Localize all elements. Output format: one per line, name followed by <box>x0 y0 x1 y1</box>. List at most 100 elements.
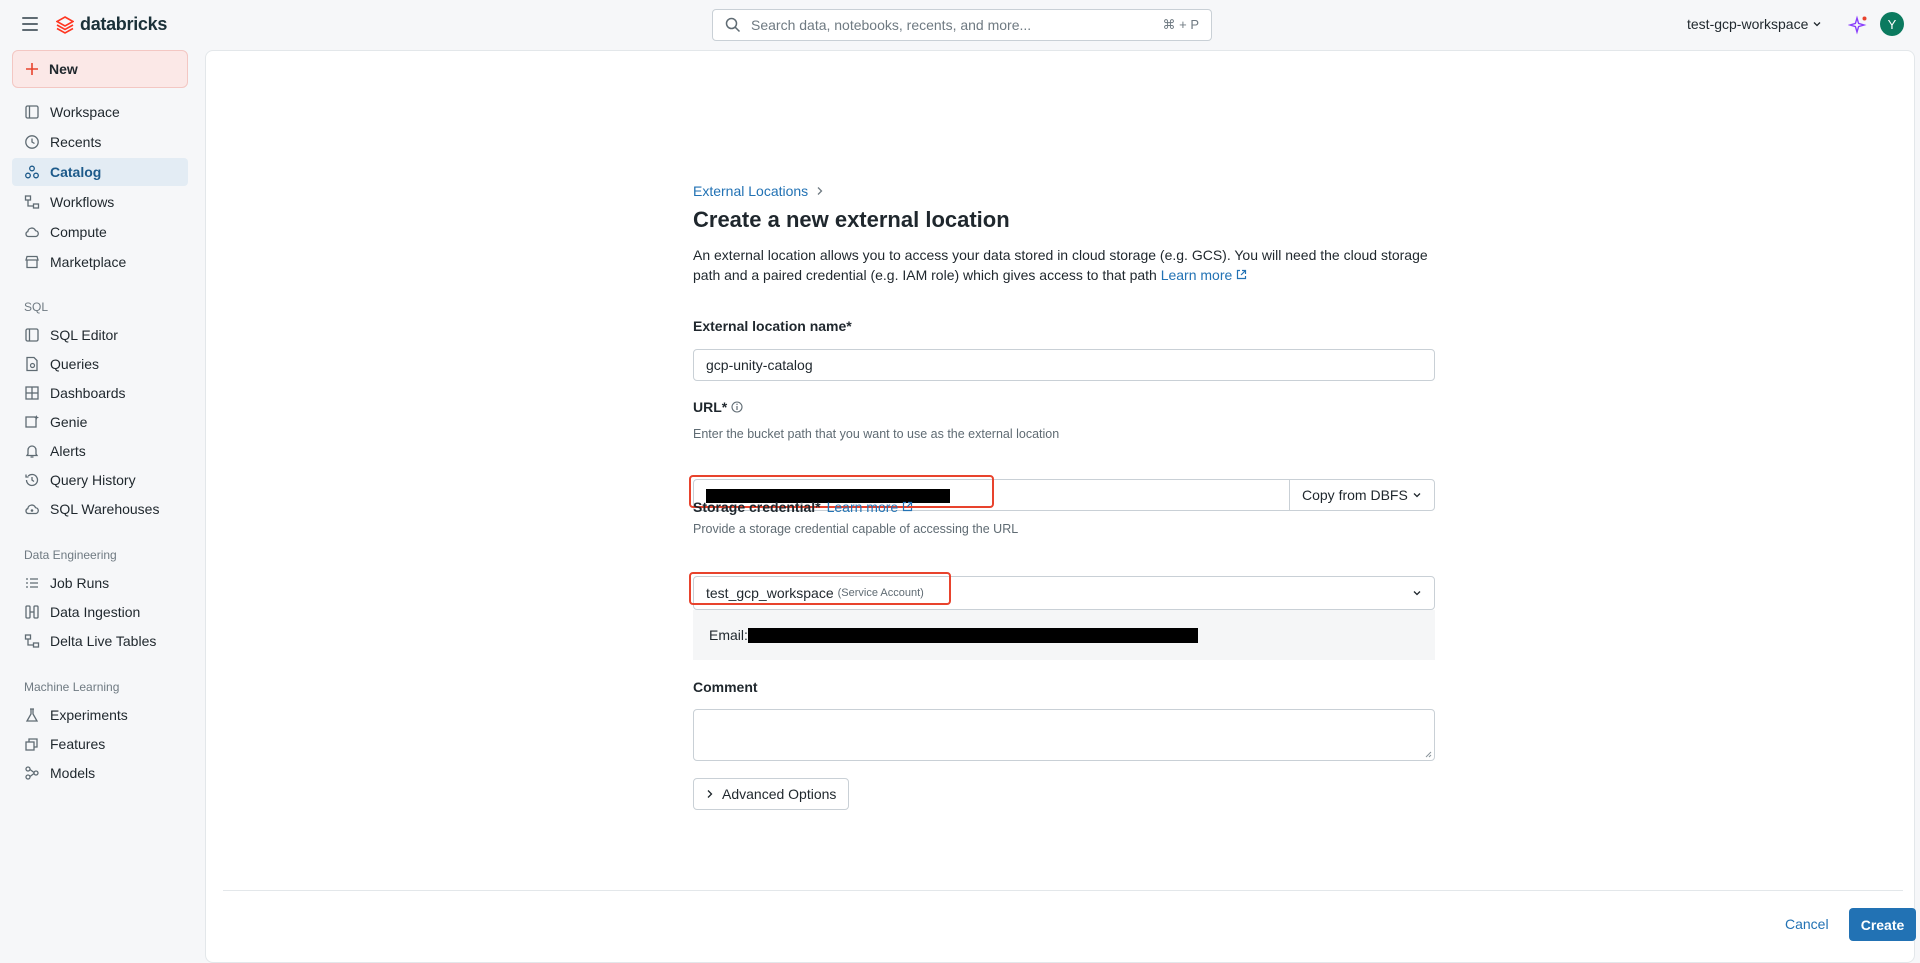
credential-highlight-box <box>689 572 951 605</box>
global-search[interactable]: Search data, notebooks, recents, and mor… <box>712 9 1212 41</box>
credential-learn-more-link[interactable]: Learn more <box>827 499 913 515</box>
chevron-down-icon <box>1413 591 1421 596</box>
sidebar-item-label: SQL Warehouses <box>50 501 160 517</box>
top-bar: databricks Search data, notebooks, recen… <box>0 0 1920 50</box>
page-description: An external location allows you to acces… <box>693 245 1435 285</box>
advanced-options-label: Advanced Options <box>722 786 837 802</box>
dashboard-icon <box>25 386 39 400</box>
chevron-right-icon <box>707 790 713 798</box>
sidebar-item-compute[interactable]: Compute <box>12 218 188 246</box>
url-label-text: URL* <box>693 399 728 415</box>
models-icon <box>25 766 39 780</box>
copy-from-dbfs-label: Copy from DBFS <box>1302 487 1408 503</box>
sidebar-item-features[interactable]: Features <box>12 730 188 758</box>
sidebar-item-label: Dashboards <box>50 385 126 401</box>
sidebar-item-alerts[interactable]: Alerts <box>12 437 188 465</box>
sidebar-item-job-runs[interactable]: Job Runs <box>12 569 188 597</box>
search-icon <box>725 17 741 33</box>
sidebar-item-label: Alerts <box>50 443 86 459</box>
warehouse-icon <box>25 504 39 515</box>
user-avatar[interactable]: Y <box>1880 12 1904 36</box>
footer-divider <box>223 890 1903 891</box>
sql-editor-icon <box>25 328 39 342</box>
history-icon <box>25 473 39 487</box>
sidebar-item-models[interactable]: Models <box>12 759 188 787</box>
sidebar-item-label: Recents <box>50 134 102 150</box>
sidebar-item-dashboards[interactable]: Dashboards <box>12 379 188 407</box>
sidebar-item-catalog[interactable]: Catalog <box>12 158 188 186</box>
sidebar-item-sql-editor[interactable]: SQL Editor <box>12 321 188 349</box>
learn-more-label: Learn more <box>1160 267 1233 283</box>
sidebar-item-label: Genie <box>50 414 88 430</box>
new-button[interactable]: New <box>12 50 188 88</box>
search-shortcut: ⌘ + P <box>1162 17 1200 32</box>
sidebar-item-label: Marketplace <box>50 254 127 270</box>
sidebar-item-label: Queries <box>50 356 100 372</box>
new-label: New <box>49 61 78 77</box>
sidebar-item-marketplace[interactable]: Marketplace <box>12 248 188 276</box>
sidebar-item-label: SQL Editor <box>50 327 118 343</box>
sidebar-item-label: Models <box>50 765 96 781</box>
search-placeholder: Search data, notebooks, recents, and mor… <box>751 17 1032 33</box>
sidebar-item-workflows[interactable]: Workflows <box>12 188 188 216</box>
catalog-icon <box>25 165 39 179</box>
breadcrumb-external-locations[interactable]: External Locations <box>693 183 808 199</box>
sidebar: New Workspace Recents Catalog Workflows … <box>0 50 200 963</box>
credential-email-panel: Email: <box>693 610 1435 660</box>
clock-icon <box>25 135 39 149</box>
create-button[interactable]: Create <box>1849 908 1916 941</box>
name-label: External location name* <box>693 318 852 334</box>
sidebar-item-label: Workspace <box>50 104 120 120</box>
store-icon <box>25 255 39 269</box>
sidebar-item-label: Query History <box>50 472 136 488</box>
sidebar-item-experiments[interactable]: Experiments <box>12 701 188 729</box>
advanced-options-toggle[interactable]: Advanced Options <box>693 778 850 810</box>
sidebar-item-label: Workflows <box>50 194 115 210</box>
url-label: URL* <box>693 399 743 415</box>
credential-hint: Provide a storage credential capable of … <box>693 522 1019 536</box>
copy-from-dbfs-dropdown[interactable]: Copy from DBFS <box>1289 479 1435 511</box>
sidebar-item-recents[interactable]: Recents <box>12 128 188 156</box>
info-icon[interactable] <box>731 401 743 413</box>
sidebar-item-workspace[interactable]: Workspace <box>12 98 188 126</box>
job-runs-icon <box>26 578 38 588</box>
credential-learn-more-label: Learn more <box>826 499 899 515</box>
sidebar-item-sql-warehouses[interactable]: SQL Warehouses <box>12 495 188 523</box>
sparkle-icon <box>1847 15 1867 35</box>
external-location-name-input[interactable]: gcp-unity-catalog <box>693 349 1435 381</box>
resize-grip-icon[interactable] <box>1424 750 1432 758</box>
learn-more-link[interactable]: Learn more <box>1161 267 1247 283</box>
comment-textarea[interactable] <box>693 709 1435 761</box>
ingestion-icon <box>25 605 39 619</box>
databricks-logo-icon <box>56 15 74 34</box>
data-engineering-section-heading: Data Engineering <box>24 548 117 562</box>
sidebar-item-queries[interactable]: Queries <box>12 350 188 378</box>
assistant-button[interactable] <box>1847 15 1868 40</box>
comment-label: Comment <box>693 679 758 695</box>
sidebar-item-delta-live-tables[interactable]: Delta Live Tables <box>12 627 188 655</box>
sidebar-item-label: Features <box>50 736 106 752</box>
brand-name: databricks <box>80 14 168 34</box>
redacted-email <box>748 628 1198 643</box>
sidebar-item-label: Delta Live Tables <box>50 633 157 649</box>
sidebar-item-data-ingestion[interactable]: Data Ingestion <box>12 598 188 626</box>
menu-icon[interactable] <box>22 17 38 31</box>
features-icon <box>25 738 38 751</box>
chevron-down-icon <box>1413 493 1421 498</box>
sidebar-item-label: Job Runs <box>50 575 110 591</box>
cancel-button[interactable]: Cancel <box>1775 908 1839 940</box>
sidebar-item-genie[interactable]: Genie <box>12 408 188 436</box>
cloud-icon <box>25 227 39 238</box>
bell-icon <box>25 445 39 458</box>
url-hint: Enter the bucket path that you want to u… <box>693 427 1060 441</box>
description-text: An external location allows you to acces… <box>693 247 1428 283</box>
flask-icon <box>25 708 39 722</box>
databricks-logo[interactable]: databricks <box>56 14 167 35</box>
query-file-icon <box>26 356 38 372</box>
sidebar-item-query-history[interactable]: Query History <box>12 466 188 494</box>
folder-icon <box>25 105 39 119</box>
genie-icon <box>25 415 39 428</box>
workspace-name: test-gcp-workspace <box>1687 16 1809 32</box>
storage-credential-label: Storage credential* Learn more <box>693 499 913 515</box>
workspace-selector[interactable]: test-gcp-workspace <box>1687 16 1822 32</box>
